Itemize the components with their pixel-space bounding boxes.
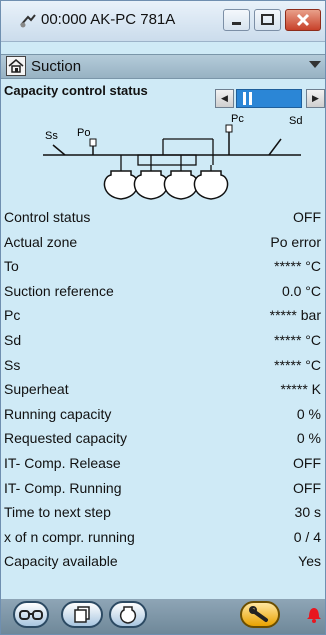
row-label: Requested capacity: [4, 430, 127, 447]
row-label: Capacity available: [4, 553, 118, 570]
compressor-button[interactable]: [109, 601, 147, 628]
arrow-right-icon: ▶: [312, 93, 319, 103]
row-label: Running capacity: [4, 405, 112, 422]
list-item: Time to next step 30 s: [1, 500, 325, 525]
row-value: Po error: [270, 233, 321, 250]
compressor-1: [103, 170, 139, 200]
compressor-3: [163, 170, 199, 200]
row-value: ***** K: [280, 381, 321, 398]
compressor-2: [133, 170, 169, 200]
window-title: 00:000 AK-PC 781A: [41, 11, 176, 28]
manifold: [137, 154, 197, 166]
list-item: Pc ***** bar: [1, 303, 325, 328]
row-label: Sd: [4, 331, 22, 348]
row-value: Yes: [298, 553, 321, 570]
close-button[interactable]: [285, 9, 321, 31]
maximize-button[interactable]: [254, 9, 281, 31]
row-value: OFF: [293, 479, 321, 496]
service-button[interactable]: [240, 601, 280, 628]
page-indicator[interactable]: [236, 89, 302, 108]
controller-icon: [20, 14, 36, 28]
overview-button[interactable]: [13, 601, 49, 628]
ss-label: Ss: [45, 130, 58, 142]
page-marker: [249, 92, 252, 105]
list-item: Requested capacity 0 %: [1, 426, 325, 451]
section-title: Capacity control status: [4, 83, 148, 98]
list-item: Sd ***** °C: [1, 328, 325, 353]
home-icon[interactable]: [6, 56, 26, 76]
pc-sensor: [225, 124, 233, 133]
row-value: ***** °C: [274, 258, 321, 275]
list-item: To ***** °C: [1, 254, 325, 279]
nav-prev-button[interactable]: ◀: [215, 89, 234, 108]
row-value: 0.0 °C: [281, 282, 321, 299]
minimize-icon: [232, 22, 241, 25]
list-item: Capacity available Yes: [1, 549, 325, 574]
row-label: x of n compr. running: [4, 528, 135, 545]
list-item: IT- Comp. Running OFF: [1, 476, 325, 501]
row-label: Control status: [4, 209, 91, 225]
pages-button[interactable]: [61, 601, 103, 628]
compressor-icon: [119, 605, 137, 624]
row-value: OFF: [293, 454, 321, 471]
row-label: IT- Comp. Running: [4, 479, 122, 496]
menu-dropdown[interactable]: Suction: [1, 54, 325, 79]
row-label: Time to next step: [4, 504, 111, 521]
list-item: Running capacity 0 %: [1, 402, 325, 427]
page-marker: [243, 92, 246, 105]
nav-next-button[interactable]: ▶: [306, 89, 325, 108]
sd-label: Sd: [289, 115, 302, 127]
list-item: x of n compr. running 0 / 4: [1, 525, 325, 550]
list-item: IT- Comp. Release OFF: [1, 451, 325, 476]
glasses-icon: [19, 609, 43, 620]
row-label: To: [4, 258, 19, 275]
row-value: 0 %: [296, 430, 321, 447]
wrench-icon: [249, 605, 268, 622]
arrow-left-icon: ◀: [221, 93, 228, 103]
po-label: Po: [77, 127, 90, 139]
status-list: Control status OFF Actual zone Po error To…: [1, 205, 325, 574]
menu-selected-label: Suction: [31, 58, 82, 75]
alarm-bell-icon[interactable]: [306, 605, 322, 623]
po-sensor: [89, 138, 97, 147]
app-window: 00:000 AK-PC 781A Suction Capacity contr…: [0, 0, 326, 635]
row-value: ***** °C: [274, 356, 321, 373]
row-label: Ss: [4, 356, 21, 373]
stacked-pages-icon: [74, 605, 90, 623]
row-label: Actual zone: [4, 233, 78, 250]
row-value: ***** bar: [269, 307, 321, 324]
compressor-4: [193, 170, 229, 200]
row-value: ***** °C: [274, 331, 321, 348]
list-item: Ss ***** °C: [1, 353, 325, 378]
chevron-down-icon[interactable]: [309, 61, 321, 68]
close-icon: [296, 13, 310, 27]
row-value: OFF: [293, 209, 321, 225]
list-item: Actual zone Po error: [1, 230, 325, 255]
list-item: Control status OFF: [1, 205, 325, 230]
row-label: Suction reference: [4, 282, 114, 299]
row-label: IT- Comp. Release: [4, 454, 121, 471]
title-bar: 00:000 AK-PC 781A: [1, 1, 325, 42]
row-label: Superheat: [4, 381, 69, 398]
row-value: 0 / 4: [293, 528, 321, 545]
row-label: Pc: [4, 307, 21, 324]
row-value: 30 s: [294, 504, 321, 521]
ss-sensor-line: [52, 144, 66, 156]
capacity-diagram: Ss Po Pc Sd: [43, 113, 302, 200]
sd-sensor-line: [268, 138, 282, 156]
list-item: Superheat ***** K: [1, 377, 325, 402]
row-value: 0 %: [296, 405, 321, 422]
pc-label: Pc: [231, 113, 244, 125]
list-item: Suction reference 0.0 °C: [1, 279, 325, 304]
minimize-button[interactable]: [223, 9, 250, 31]
maximize-icon: [261, 14, 274, 25]
bottom-toolbar: [1, 599, 325, 634]
